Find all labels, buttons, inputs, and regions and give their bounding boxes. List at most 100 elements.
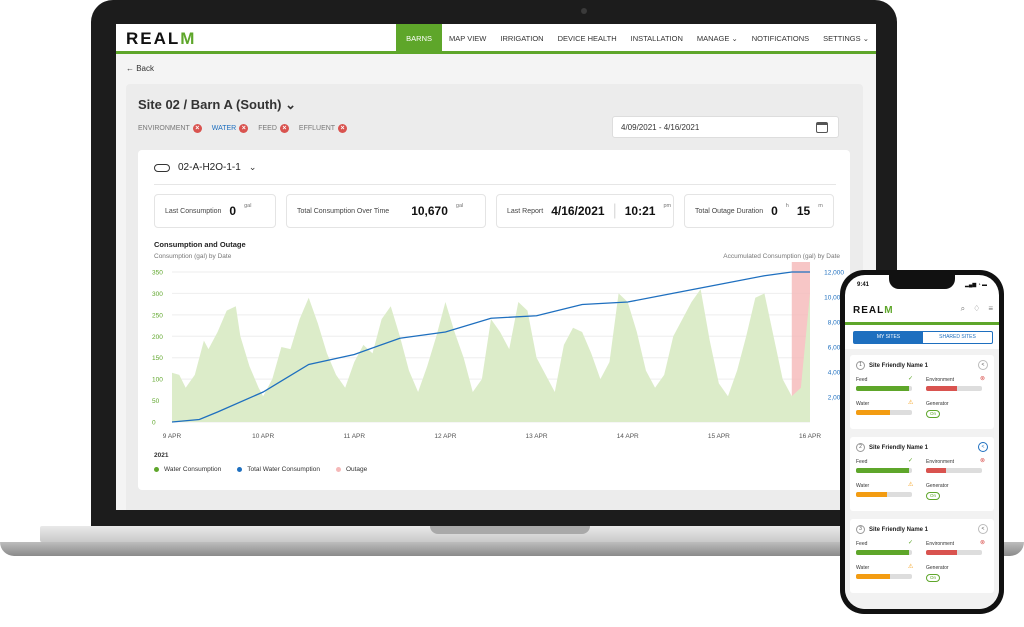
stat-hours: 0 bbox=[771, 204, 778, 218]
meter-icon bbox=[154, 163, 170, 172]
filter-environment[interactable]: ENVIRONMENT × bbox=[138, 124, 202, 133]
remove-filter-icon[interactable]: × bbox=[279, 124, 289, 133]
stat-last-report: Last Report 4/16/2021 | 10:21 pm bbox=[496, 194, 674, 228]
page-title[interactable]: Site 02 / Barn A (South) ⌄ bbox=[138, 97, 296, 113]
site-card[interactable]: 2 Site Friendly Name 1 < Feed ✓ Environment ⊗ W… bbox=[850, 437, 994, 511]
chart-legend: Water Consumption Total Water Consumption… bbox=[154, 466, 367, 473]
water-bar-fill bbox=[856, 574, 890, 579]
water-bar-fill bbox=[856, 492, 887, 497]
date-range-picker[interactable]: 4/09/2021 - 4/16/2021 bbox=[612, 116, 839, 138]
nav-item-irrigation[interactable]: IRRIGATION bbox=[493, 24, 550, 54]
generator-status-badge: On bbox=[926, 410, 941, 418]
legend-label: Outage bbox=[345, 466, 368, 473]
nav-item-device-health[interactable]: DEVICE HEALTH bbox=[551, 24, 624, 54]
filter-effluent[interactable]: EFFLUENT × bbox=[299, 124, 348, 133]
realm-logo[interactable]: REALM bbox=[126, 29, 196, 49]
feed-bar bbox=[856, 468, 912, 473]
water-bar bbox=[856, 574, 912, 579]
share-icon[interactable]: < bbox=[978, 442, 988, 452]
nav-item-map-view[interactable]: MAP VIEW bbox=[442, 24, 493, 54]
feed-bar-fill bbox=[856, 386, 910, 391]
chevron-down-icon[interactable]: ⌄ bbox=[249, 162, 257, 173]
environment-bar-fill bbox=[926, 550, 957, 555]
share-icon[interactable]: < bbox=[978, 360, 988, 370]
legend-swatch bbox=[335, 467, 341, 472]
phone-device: 9:41 ▂▄▆ ◔ ▬ REALM ⌕ ♢ ≡ MY SITES SHARED … bbox=[840, 270, 1004, 614]
main-nav: BARNS MAP VIEW IRRIGATION DEVICE HEALTH INST… bbox=[396, 24, 876, 54]
nav-item-settings[interactable]: SETTINGS ⌄ bbox=[816, 24, 876, 54]
consumption-chart[interactable]: 35030025020015010050012,00010,0008,0006,… bbox=[138, 260, 850, 452]
site-card[interactable]: 1 Site Friendly Name 1 < Feed ✓ Environment ⊗ W… bbox=[850, 355, 994, 429]
nav-item-notifications[interactable]: NOTIFICATIONS bbox=[745, 24, 816, 54]
tab-my-sites[interactable]: MY SITES bbox=[854, 332, 923, 343]
y-left-tick-label: 0 bbox=[152, 420, 156, 427]
stat-value: 10,670 bbox=[411, 204, 448, 218]
tab-shared-sites[interactable]: SHARED SITES bbox=[923, 332, 992, 343]
site-name: Site Friendly Name 1 bbox=[869, 444, 929, 451]
site-card-header: 1 Site Friendly Name 1 bbox=[856, 361, 928, 370]
x-tick-label: 9 APR bbox=[163, 433, 182, 440]
legend-item[interactable]: Total Water Consumption bbox=[237, 466, 320, 473]
top-navbar: REALM BARNS MAP VIEW IRRIGATION DEVICE HEAL… bbox=[116, 24, 876, 54]
remove-filter-icon[interactable]: × bbox=[338, 124, 348, 133]
water-consumption-area[interactable] bbox=[172, 289, 810, 422]
laptop-screen: REALM BARNS MAP VIEW IRRIGATION DEVICE HEAL… bbox=[116, 24, 876, 510]
calendar-icon[interactable] bbox=[816, 122, 828, 133]
legend-item[interactable]: Water Consumption bbox=[154, 466, 221, 473]
chart-title: Consumption and Outage bbox=[154, 240, 246, 249]
stat-label: Total Consumption Over Time bbox=[297, 207, 390, 215]
nav-item-installation[interactable]: INSTALLATION bbox=[624, 24, 690, 54]
back-link[interactable]: ← Back bbox=[126, 64, 154, 73]
environment-status-icon: ⊗ bbox=[980, 376, 986, 382]
legend-swatch bbox=[237, 467, 243, 472]
environment-label: Environment bbox=[926, 377, 955, 383]
water-status-icon: ⚠ bbox=[908, 400, 914, 406]
feed-bar bbox=[856, 386, 912, 391]
nav-item-manage[interactable]: MANAGE ⌄ bbox=[690, 24, 745, 54]
stat-last-consumption: Last Consumption 0 gal bbox=[154, 194, 276, 228]
barn-panel: Site 02 / Barn A (South) ⌄ ENVIRONMENT × W… bbox=[126, 84, 863, 510]
water-bar bbox=[856, 492, 912, 497]
stat-value: 0 bbox=[229, 204, 237, 218]
filter-water[interactable]: WATER × bbox=[212, 124, 249, 133]
bell-icon[interactable]: ♢ bbox=[973, 304, 980, 314]
x-tick-label: 11 APR bbox=[344, 433, 366, 440]
environment-bar bbox=[926, 550, 982, 555]
stat-ampm: pm bbox=[663, 203, 672, 209]
y-left-tick-label: 200 bbox=[152, 334, 163, 341]
feed-bar-fill bbox=[856, 550, 910, 555]
share-icon[interactable]: < bbox=[978, 524, 988, 534]
site-list: 1 Site Friendly Name 1 < Feed ✓ Environment ⊗ W… bbox=[845, 349, 999, 609]
environment-bar bbox=[926, 386, 982, 391]
y-left-tick-label: 350 bbox=[152, 270, 163, 277]
laptop-camera bbox=[581, 8, 587, 14]
legend-label: Water Consumption bbox=[164, 466, 222, 473]
water-label: Water bbox=[856, 565, 870, 571]
site-card[interactable]: 3 Site Friendly Name 1 < Feed ✓ Environment ⊗ W… bbox=[850, 519, 994, 593]
y-left-tick-label: 150 bbox=[152, 355, 163, 362]
site-name: Site Friendly Name 1 bbox=[869, 362, 929, 369]
nav-item-barns[interactable]: BARNS bbox=[396, 24, 443, 54]
remove-filter-icon[interactable]: × bbox=[239, 124, 249, 133]
y-axis-right-label: Accumulated Consumption (gal) by Date bbox=[723, 253, 840, 260]
realm-logo[interactable]: REALM bbox=[853, 305, 894, 316]
stat-minutes-unit: m bbox=[818, 203, 823, 209]
separator: | bbox=[612, 202, 617, 219]
site-number: 3 bbox=[856, 525, 865, 534]
generator-status-badge: On bbox=[926, 574, 941, 582]
phone-screen: 9:41 ▂▄▆ ◔ ▬ REALM ⌕ ♢ ≡ MY SITES SHARED … bbox=[845, 275, 999, 609]
remove-filter-icon[interactable]: × bbox=[192, 124, 202, 133]
y-left-tick-label: 250 bbox=[152, 312, 163, 319]
feed-label: Feed bbox=[856, 459, 868, 465]
menu-icon[interactable]: ≡ bbox=[988, 304, 993, 314]
feed-status-icon: ✓ bbox=[908, 376, 914, 382]
y-left-tick-label: 100 bbox=[152, 377, 163, 384]
device-selector[interactable]: 02-A-H2O-1-1 ⌄ bbox=[154, 162, 256, 173]
search-icon[interactable]: ⌕ bbox=[961, 304, 965, 314]
x-tick-label: 14 APR bbox=[617, 433, 639, 440]
water-label: Water bbox=[856, 401, 870, 407]
filter-feed[interactable]: FEED × bbox=[258, 124, 289, 133]
stat-hours-unit: h bbox=[785, 203, 789, 209]
legend-item[interactable]: Outage bbox=[335, 466, 368, 473]
site-number: 1 bbox=[856, 361, 865, 370]
